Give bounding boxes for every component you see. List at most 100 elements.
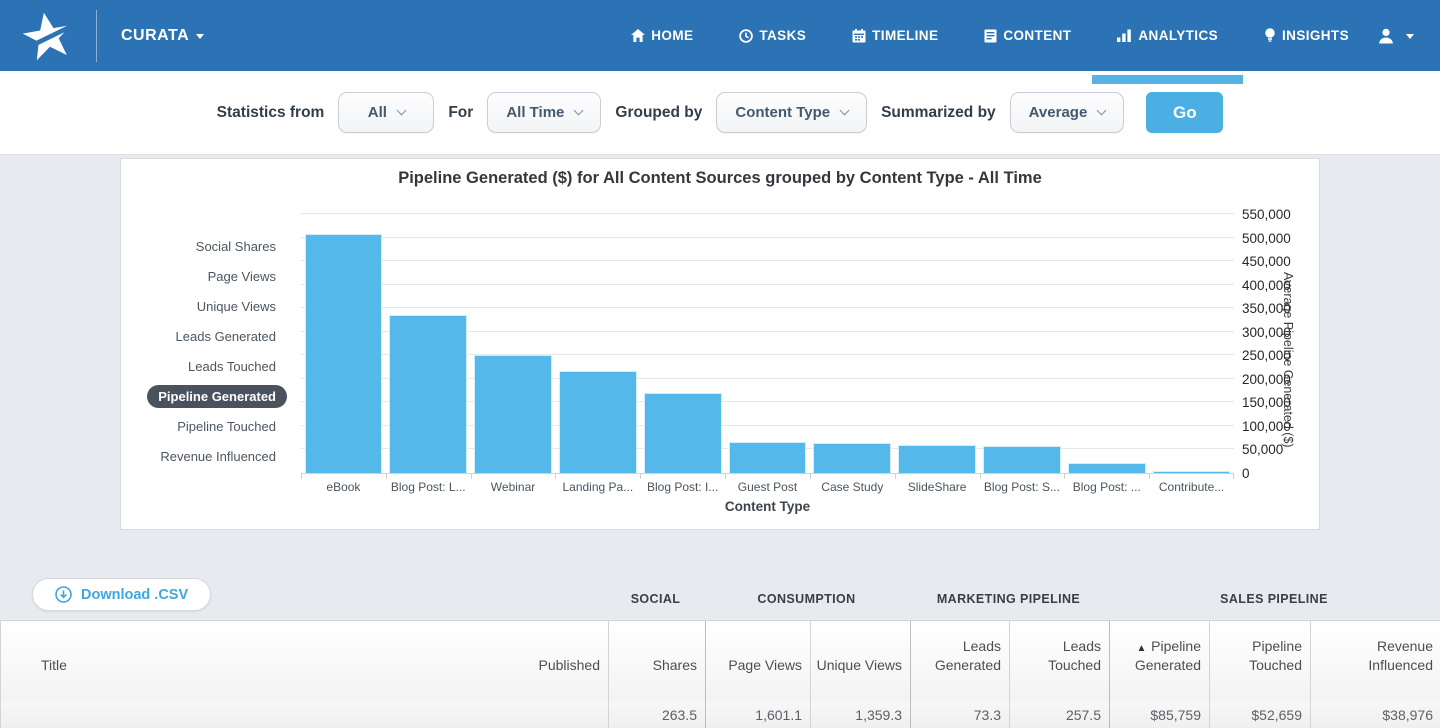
column-header-page_views[interactable]: Page Views [705,621,810,701]
nav-item-label: HOME [651,28,693,43]
x-axis-tick [640,474,641,479]
column-header-label: Leads Touched [1010,637,1101,675]
gridline [301,284,1234,285]
metric-item-leads-touched[interactable]: Leads Touched [121,351,287,381]
column-header-label: Published [441,656,600,675]
column-header-title[interactable]: Title [1,621,441,701]
column-header-pipeline_generated[interactable]: ▲ Pipeline Generated [1109,621,1209,701]
download-csv-button[interactable]: Download .CSV [32,578,211,611]
bar-blog-post-l[interactable] [389,315,467,473]
metric-item-leads-generated[interactable]: Leads Generated [121,321,287,351]
source-dropdown[interactable]: All [338,92,434,133]
metric-item-label: Social Shares [185,235,287,258]
chevron-down-icon [396,105,406,115]
bar-landing-pa[interactable] [559,371,637,473]
column-header-leads_touched[interactable]: Leads Touched [1009,621,1109,701]
grouped-by-label: Grouped by [615,104,702,122]
y-axis-tick-label: 0 [1242,466,1250,481]
x-axis-tick [1233,474,1234,479]
x-axis-label: SlideShare [895,480,980,494]
bar-blog-post-i[interactable] [644,393,722,473]
account-menu[interactable]: CURATA [121,27,204,45]
summary-dropdown[interactable]: Average [1010,92,1125,133]
column-header-published[interactable]: Published [441,621,608,701]
metric-item-social-shares[interactable]: Social Shares [121,231,287,261]
metric-item-pipeline-touched[interactable]: Pipeline Touched [121,411,287,441]
tasks-icon [739,29,753,43]
x-axis-tick [555,474,556,479]
x-axis-tick [1149,474,1150,479]
x-axis-labels: eBookBlog Post: L...WebinarLanding Pa...… [301,480,1234,496]
column-header-label: Page Views [706,656,802,675]
column-header-pipeline_touched[interactable]: Pipeline Touched [1209,621,1310,701]
star-logo-icon [19,9,77,63]
x-axis-label: Case Study [810,480,895,494]
insights-icon [1264,28,1276,43]
nav-item-home[interactable]: HOME [631,28,693,43]
nav-item-analytics[interactable]: ANALYTICS [1117,28,1218,43]
metric-item-unique-views[interactable]: Unique Views [121,291,287,321]
metric-item-pipeline-generated[interactable]: Pipeline Generated [121,381,287,411]
go-button[interactable]: Go [1146,92,1223,133]
chevron-down-icon [196,34,204,39]
analytics-icon [1117,29,1132,42]
nav-item-insights[interactable]: INSIGHTS [1264,28,1349,43]
content-icon [984,29,997,43]
bar-contribute[interactable] [1153,471,1231,473]
for-label: For [448,104,473,122]
chevron-down-icon [1406,34,1414,39]
bar-slideshare[interactable] [898,445,976,473]
top-navbar: CURATA HOME TASKS TIMELINE CONTENT ANALYTICS… [0,0,1440,71]
nav-item-label: ANALYTICS [1138,28,1218,43]
column-header-leads_generated[interactable]: Leads Generated [910,621,1009,701]
x-axis-title: Content Type [301,499,1234,514]
x-axis-label: Landing Pa... [555,480,640,494]
x-axis-tick [725,474,726,479]
metric-item-label: Pipeline Generated [147,385,287,408]
bar-webinar[interactable] [474,355,552,473]
nav-item-label: CONTENT [1003,28,1071,43]
table-summary-row: 263.51,601.11,359.373.3257.5$85,759$52,6… [1,701,1440,728]
y-axis-title: Average Pipeline Generated ($) [1281,255,1295,465]
chevron-down-icon [574,105,584,115]
column-group-social: SOCIAL [607,592,704,614]
x-axis-label: Blog Post: L... [386,480,471,494]
group-by-dropdown[interactable]: Content Type [716,92,867,133]
statistics-from-label: Statistics from [217,104,325,122]
metric-item-label: Pipeline Touched [166,415,287,438]
x-axis-tick [1064,474,1065,479]
bar-blog-post-s[interactable] [983,446,1061,473]
column-header-shares[interactable]: Shares [608,621,705,701]
results-table: TitlePublished SharesPage Views Unique Vie… [0,620,1440,728]
y-axis-tick-label: 550,000 [1242,207,1291,222]
bar-ebook[interactable] [305,234,383,473]
metric-list: Social Shares Page Views Unique Views Leads… [121,231,287,471]
source-dropdown-value: All [368,104,387,121]
bar-case-study[interactable] [813,443,891,473]
bar-blog-post[interactable] [1068,463,1146,473]
x-axis-label: Blog Post: S... [980,480,1065,494]
column-group-sales-pipeline: SALES PIPELINE [1108,592,1440,614]
user-menu[interactable] [1377,28,1414,44]
summary-cell-pipeline_touched: $52,659 [1209,701,1310,728]
metric-item-label: Leads Touched [177,355,287,378]
column-header-revenue_influenced[interactable]: Revenue Influenced [1310,621,1440,701]
y-axis: 050,000100,000150,000200,000250,000300,0… [1242,215,1312,474]
metric-item-revenue-influenced[interactable]: Revenue Influenced [121,441,287,471]
time-range-dropdown[interactable]: All Time [487,92,601,133]
nav-item-timeline[interactable]: TIMELINE [852,28,938,43]
metric-item-label: Revenue Influenced [149,445,287,468]
summary-cell-title [1,701,441,728]
nav-item-tasks[interactable]: TASKS [739,28,806,43]
table-header-row: TitlePublished SharesPage Views Unique Vie… [1,621,1440,701]
bar-guest-post[interactable] [729,442,807,473]
column-header-unique_views[interactable]: Unique Views [810,621,910,701]
nav-item-content[interactable]: CONTENT [984,28,1071,43]
x-axis-tick [301,474,302,479]
column-group-marketing-pipeline: MARKETING PIPELINE [909,592,1108,614]
x-axis-tick [386,474,387,479]
metric-item-label: Unique Views [186,295,287,318]
x-axis-tick [471,474,472,479]
curata-logo[interactable] [0,0,96,71]
metric-item-page-views[interactable]: Page Views [121,261,287,291]
